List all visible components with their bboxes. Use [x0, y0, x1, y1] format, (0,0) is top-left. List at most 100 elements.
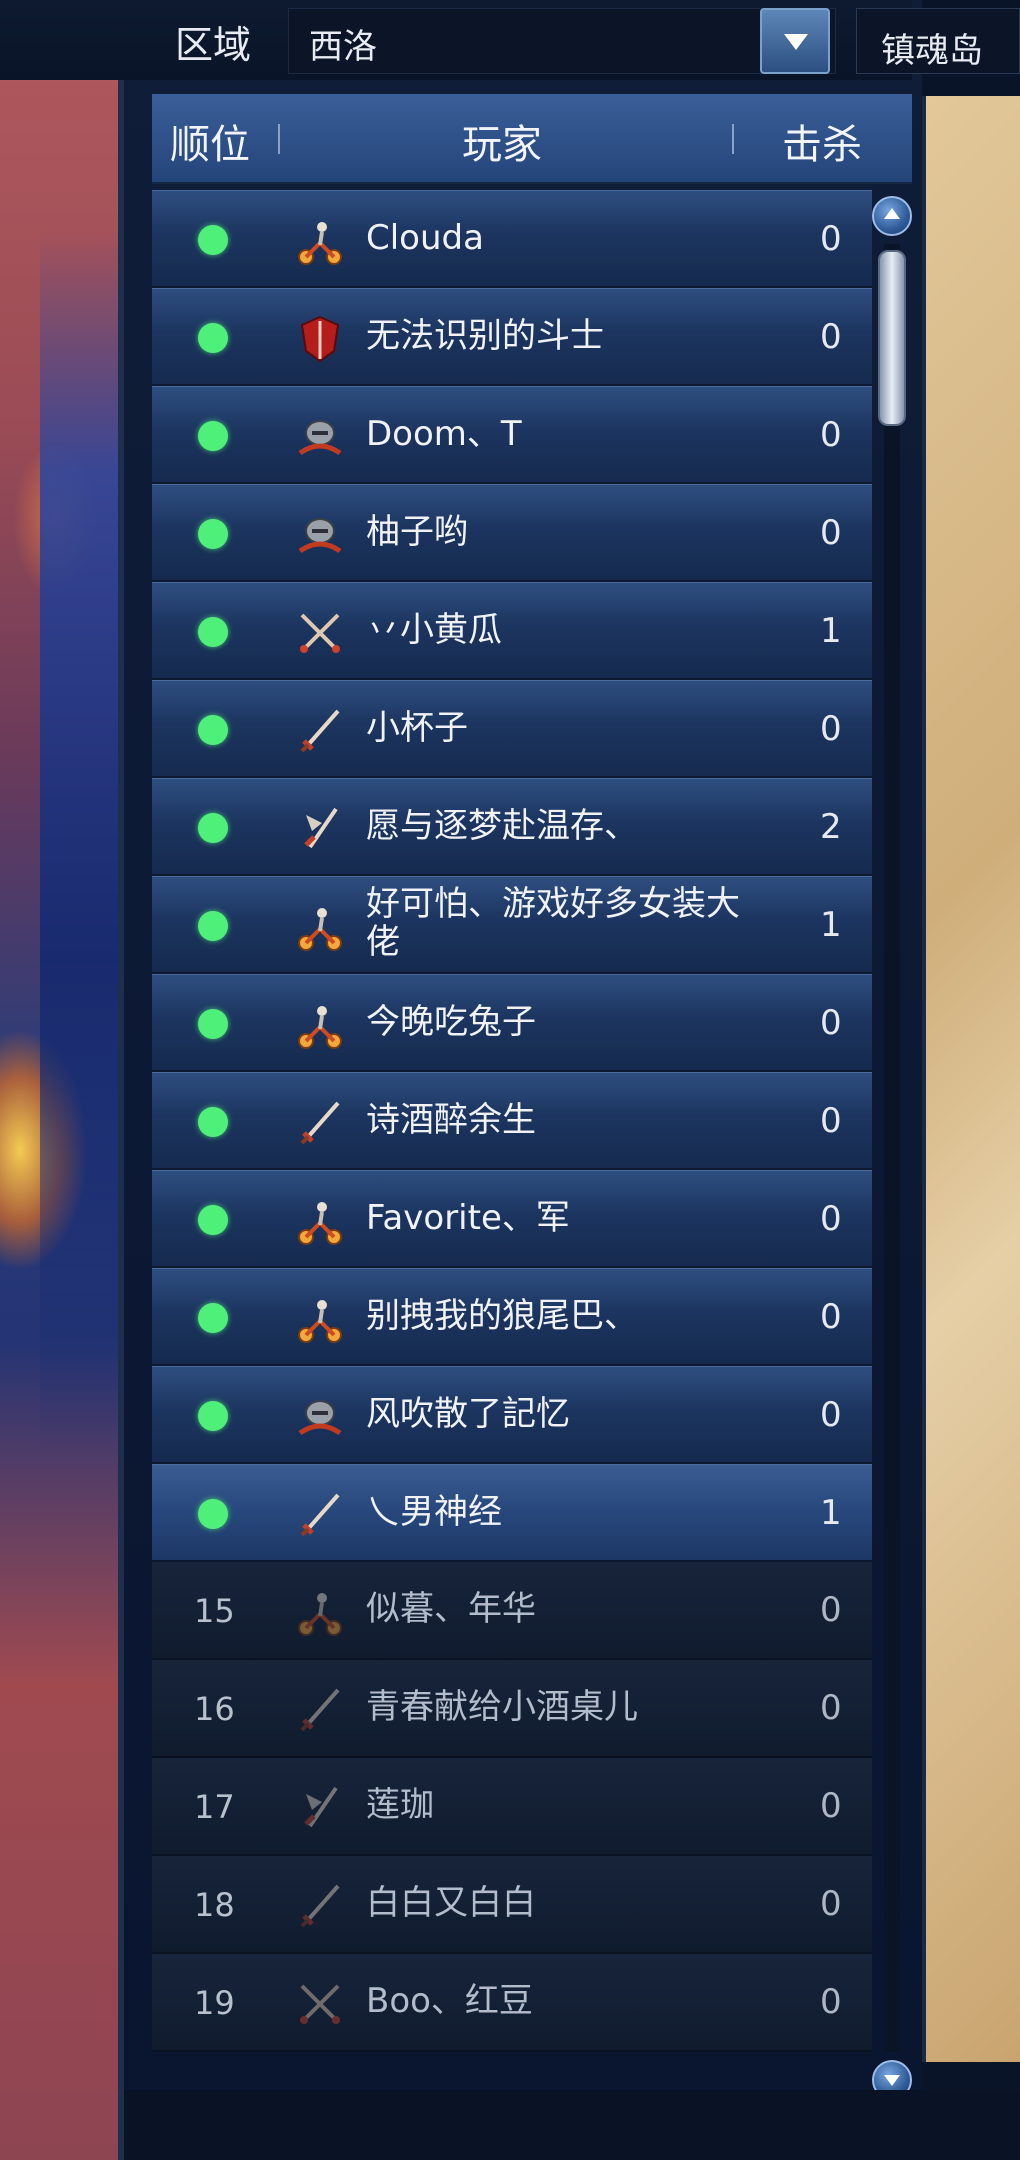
- kill-count: 0: [820, 317, 842, 357]
- player-name: 愿与逐梦赴温存、: [366, 806, 638, 846]
- player-name: 别拽我的狼尾巴、: [366, 1296, 638, 1336]
- table-row[interactable]: 风吹散了記忆 0: [152, 1366, 872, 1464]
- bike-rider-icon: [292, 997, 348, 1053]
- online-status-icon: [198, 1401, 228, 1431]
- table-row[interactable]: 柚子哟 0: [152, 484, 872, 582]
- sword-icon: [292, 1095, 348, 1151]
- table-row[interactable]: 无法识别的斗士 0: [152, 288, 872, 386]
- player-name: 乀男神经: [366, 1492, 502, 1532]
- kill-count: 0: [820, 513, 842, 553]
- table-row[interactable]: 16 青春献给小酒桌儿 0: [152, 1660, 872, 1758]
- kill-count: 0: [820, 1101, 842, 1141]
- player-name: 白白又白白: [366, 1883, 536, 1923]
- header-player[interactable]: 玩家: [462, 112, 542, 170]
- player-name: 无法识别的斗士: [366, 316, 604, 356]
- kill-count: 0: [820, 1003, 842, 1043]
- table-row[interactable]: 今晚吃兔子 0: [152, 974, 872, 1072]
- player-name: Doom、T: [366, 414, 522, 454]
- bike-rider-icon: [292, 1291, 348, 1347]
- header-kills[interactable]: 击杀: [782, 112, 862, 170]
- panel-footer: [124, 2090, 1020, 2160]
- player-name: 诗酒醉余生: [366, 1100, 536, 1140]
- online-status-icon: [198, 421, 228, 451]
- region-label: 区域: [175, 23, 252, 67]
- table-row[interactable]: 好可怕、游戏好多女装大佬 1: [152, 876, 872, 974]
- map-panel: [920, 96, 1020, 2062]
- kill-count: 0: [820, 1688, 842, 1728]
- rank-number: 15: [194, 1592, 235, 1630]
- table-row[interactable]: 19 Boo、红豆 0: [152, 1954, 872, 2052]
- kill-count: 0: [820, 1395, 842, 1435]
- kill-count: 0: [820, 1786, 842, 1826]
- online-status-icon: [198, 813, 228, 843]
- region-select[interactable]: 西洛: [288, 8, 836, 74]
- player-name: 柚子哟: [366, 512, 468, 552]
- header-rank[interactable]: 顺位: [170, 112, 250, 170]
- rank-number: 17: [194, 1788, 235, 1826]
- chevron-down-icon: [784, 34, 808, 50]
- table-row[interactable]: 18 白白又白白 0: [152, 1856, 872, 1954]
- table-row[interactable]: 诗酒醉余生 0: [152, 1072, 872, 1170]
- rank-number: 16: [194, 1690, 235, 1728]
- winged-blade-icon: [292, 1780, 348, 1836]
- armored-helmet-icon: [292, 507, 348, 563]
- filter-bar: 区域 西洛 镇魂岛: [0, 0, 1020, 80]
- online-status-icon: [198, 323, 228, 353]
- table-row[interactable]: 丷小黄瓜 1: [152, 582, 872, 680]
- kill-count: 2: [820, 807, 842, 847]
- online-status-icon: [198, 519, 228, 549]
- sword-icon: [292, 1682, 348, 1738]
- zone-tab[interactable]: 镇魂岛: [856, 8, 1020, 74]
- player-name: 莲珈: [366, 1785, 434, 1825]
- armored-helmet-icon: [292, 1389, 348, 1445]
- player-name: Boo、红豆: [366, 1981, 533, 2021]
- red-shield-icon: [292, 311, 348, 367]
- bike-rider-icon: [292, 1584, 348, 1640]
- table-row[interactable]: Clouda 0: [152, 190, 872, 288]
- online-status-icon: [198, 225, 228, 255]
- kill-count: 0: [820, 1884, 842, 1924]
- kill-count: 0: [820, 1982, 842, 2022]
- player-name: 青春献给小酒桌儿: [366, 1687, 638, 1727]
- bike-rider-icon: [292, 899, 348, 955]
- region-value: 西洛: [309, 27, 377, 67]
- kill-count: 0: [820, 709, 842, 749]
- zone-tab-label: 镇魂岛: [881, 31, 983, 71]
- header-divider: [278, 124, 280, 154]
- sword-icon: [292, 1878, 348, 1934]
- player-name: 丷小黄瓜: [366, 610, 502, 650]
- player-name: 风吹散了記忆: [366, 1394, 570, 1434]
- kill-count: 0: [820, 219, 842, 259]
- kill-count: 1: [820, 905, 842, 945]
- crossed-swords-icon: [292, 605, 348, 661]
- rank-number: 19: [194, 1984, 235, 2022]
- player-list: Clouda 0 无法识别的斗士 0 Doom、T 0 柚子哟 0 丷小黄瓜 1 小杯子 0 愿与逐梦赴…: [152, 190, 872, 2090]
- kill-count: 1: [820, 611, 842, 651]
- online-status-icon: [198, 617, 228, 647]
- player-name: 今晚吃兔子: [366, 1002, 536, 1042]
- player-name: Favorite、军: [366, 1198, 570, 1238]
- bike-rider-icon: [292, 213, 348, 269]
- kill-count: 0: [820, 1590, 842, 1630]
- sword-icon: [292, 1487, 348, 1543]
- scrollbar-thumb[interactable]: [878, 250, 906, 426]
- scrollbar-track[interactable]: [884, 244, 900, 2052]
- sword-icon: [292, 703, 348, 759]
- online-status-icon: [198, 715, 228, 745]
- bike-rider-icon: [292, 1193, 348, 1249]
- table-row[interactable]: Favorite、军 0: [152, 1170, 872, 1268]
- rank-number: 18: [194, 1886, 235, 1924]
- armored-helmet-icon: [292, 409, 348, 465]
- table-row[interactable]: 小杯子 0: [152, 680, 872, 778]
- online-status-icon: [198, 1499, 228, 1529]
- table-row[interactable]: 愿与逐梦赴温存、 2: [152, 778, 872, 876]
- table-row[interactable]: 乀男神经 1: [152, 1464, 872, 1562]
- scroll-up-button[interactable]: [872, 196, 912, 236]
- table-row[interactable]: 别拽我的狼尾巴、 0: [152, 1268, 872, 1366]
- table-row[interactable]: Doom、T 0: [152, 386, 872, 484]
- table-row[interactable]: 17 莲珈 0: [152, 1758, 872, 1856]
- region-dropdown-button[interactable]: [760, 8, 830, 74]
- online-status-icon: [198, 1009, 228, 1039]
- table-row[interactable]: 15 似暮、年华 0: [152, 1562, 872, 1660]
- player-name: 小杯子: [366, 708, 468, 748]
